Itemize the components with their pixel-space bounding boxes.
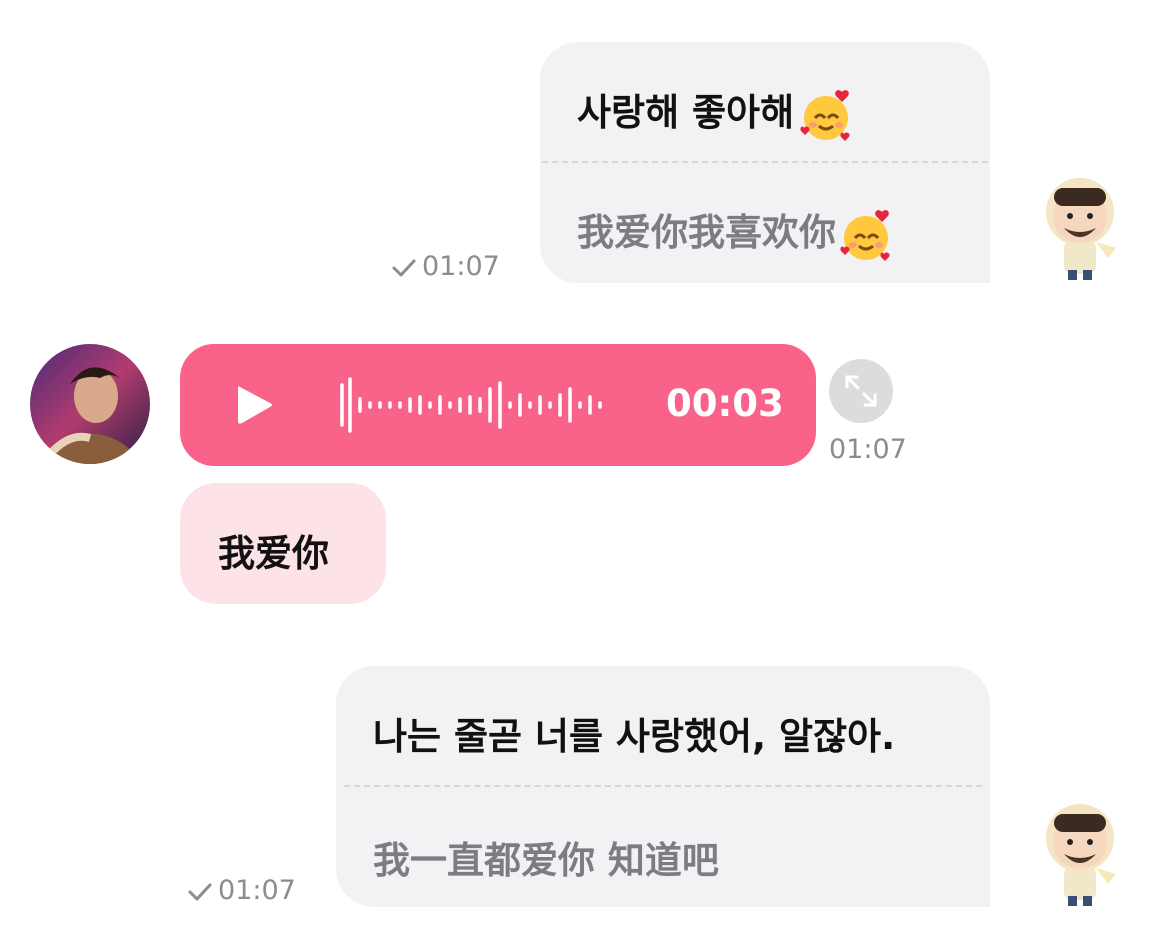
outgoing-message-bubble[interactable]: 사랑해 좋아해 我爱你我喜欢你 xyxy=(540,42,990,283)
voice-duration: 00:03 xyxy=(666,382,784,425)
message-translation-text: 我爱你我喜欢你 xyxy=(577,211,836,254)
message-translation-text: 我一直都爱你 知道吧 xyxy=(373,839,719,882)
message-timestamp: 01:07 xyxy=(188,875,296,906)
my-avatar[interactable] xyxy=(1030,166,1130,286)
timestamp-text: 01:07 xyxy=(218,875,296,906)
message-text: 我爱你 xyxy=(218,532,329,575)
chibi-character-icon xyxy=(1046,178,1116,280)
read-check-icon xyxy=(188,883,212,900)
translation-divider xyxy=(542,161,988,163)
smiling-face-with-hearts-icon xyxy=(800,89,850,141)
read-check-icon xyxy=(392,259,416,276)
timestamp-text: 01:07 xyxy=(422,251,500,282)
my-avatar[interactable] xyxy=(1030,792,1130,912)
incoming-message-bubble[interactable]: 我爱你 xyxy=(180,483,386,604)
chibi-character-icon xyxy=(1046,804,1116,906)
message-timestamp: 01:07 xyxy=(392,251,500,282)
message-timestamp: 01:07 xyxy=(829,434,907,465)
contact-avatar[interactable] xyxy=(30,344,150,464)
outgoing-message-bubble[interactable]: 나는 줄곧 너를 사랑했어, 알잖아. 我一直都爱你 知道吧 xyxy=(336,666,990,907)
audio-waveform-icon xyxy=(340,377,602,433)
voice-message-bubble[interactable]: 00:03 xyxy=(180,344,816,466)
timestamp-text: 01:07 xyxy=(829,434,907,465)
message-original-text: 사랑해 좋아해 xyxy=(577,91,795,134)
play-icon[interactable] xyxy=(234,383,274,427)
expand-arrows-icon xyxy=(845,375,877,407)
message-original-text: 나는 줄곧 너를 사랑했어, 알잖아. xyxy=(373,715,896,758)
translation-divider xyxy=(344,785,982,787)
smiling-face-with-hearts-icon xyxy=(840,209,890,261)
expand-button[interactable] xyxy=(829,359,893,423)
profile-photo-icon xyxy=(30,344,150,464)
